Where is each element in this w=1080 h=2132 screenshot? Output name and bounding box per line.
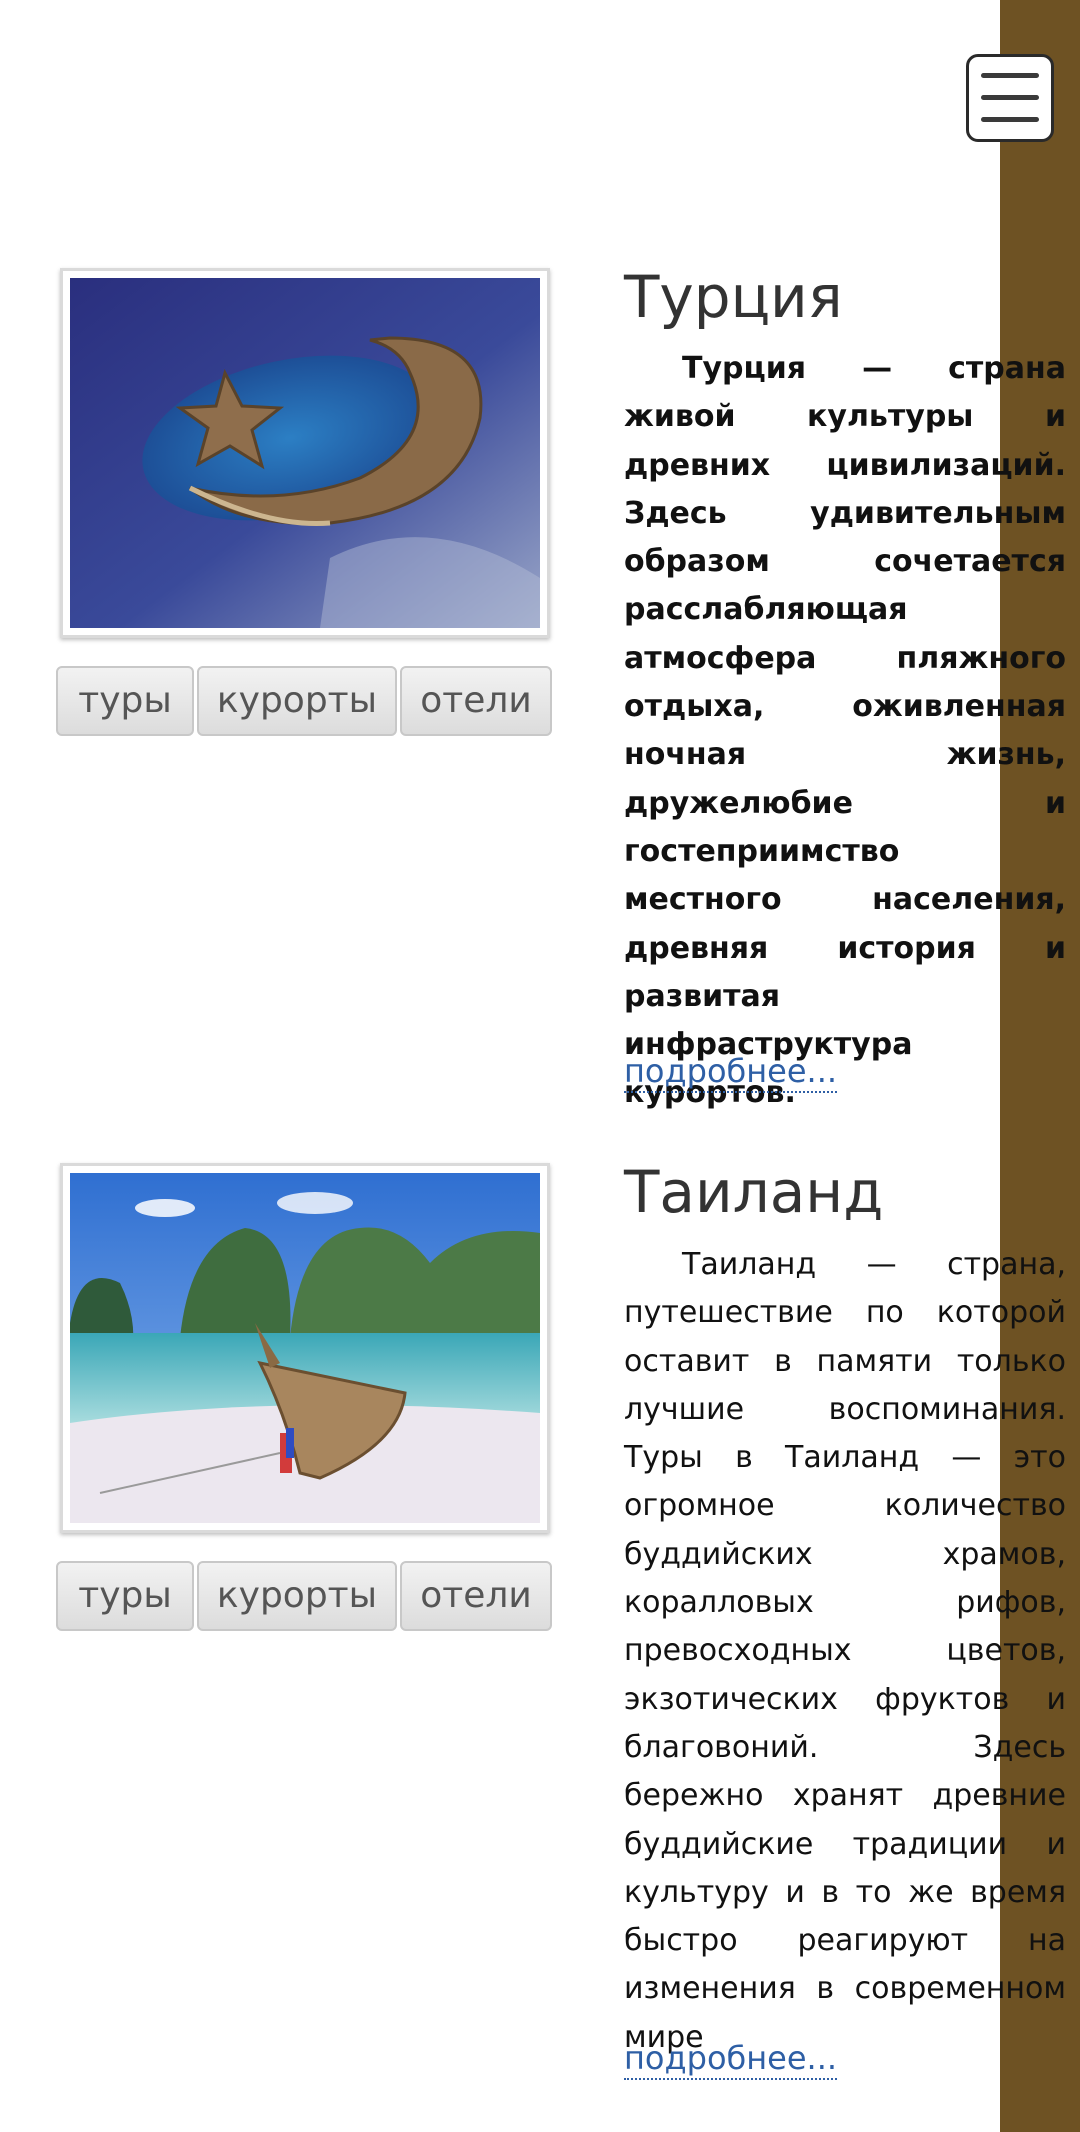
- hamburger-menu-icon[interactable]: [966, 54, 1054, 142]
- country-description: Турция — страна живой культуры и древних…: [624, 351, 1066, 1111]
- hotels-button[interactable]: отели: [400, 1561, 552, 1631]
- more-link[interactable]: подробнее...: [624, 1051, 838, 1093]
- tours-button[interactable]: туры: [56, 666, 194, 736]
- island-crescent-star-image: [70, 278, 540, 628]
- more-link[interactable]: подробнее...: [624, 2038, 838, 2080]
- hotels-button[interactable]: отели: [400, 666, 552, 736]
- menu-bar-line: [981, 95, 1039, 100]
- country-title: Таиланд: [624, 1158, 884, 1226]
- country-description: Таиланд — страна, путешествие по которой…: [624, 1247, 1066, 2055]
- resorts-button[interactable]: курорты: [197, 666, 397, 736]
- country-photo[interactable]: [60, 268, 550, 638]
- resorts-button[interactable]: курорты: [197, 1561, 397, 1631]
- menu-bar-line: [981, 73, 1039, 78]
- menu-bar-line: [981, 117, 1039, 122]
- tours-button[interactable]: туры: [56, 1561, 194, 1631]
- country-title: Турция: [624, 263, 843, 331]
- tropical-beach-image: [70, 1173, 540, 1523]
- country-photo[interactable]: [60, 1163, 550, 1533]
